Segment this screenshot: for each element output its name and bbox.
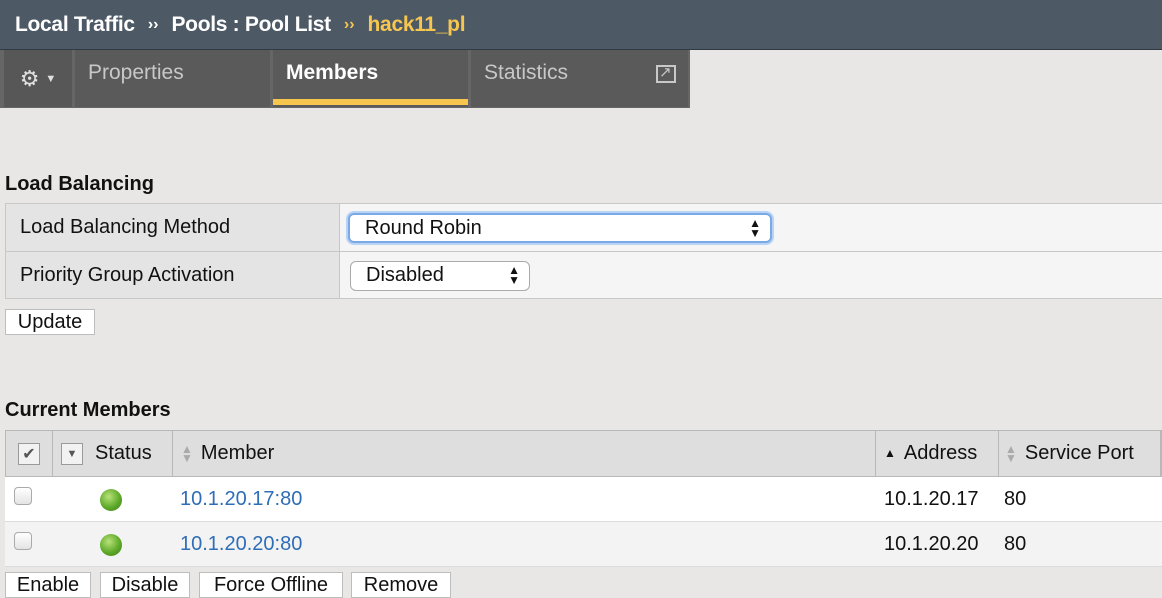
lb-method-label: Load Balancing Method (5, 204, 340, 251)
active-tab-indicator (273, 99, 468, 105)
sort-icon: ▲ ▼ (181, 441, 193, 465)
status-available-icon (100, 489, 122, 511)
member-address: 10.1.20.17 (884, 488, 979, 510)
load-balancing-properties: Load Balancing Method Round Robin ▲ ▼ Pri… (5, 203, 1162, 299)
column-header-service-port[interactable]: ▲ ▼ Service Port (999, 431, 1161, 476)
property-row: Priority Group Activation Disabled ▲ ▼ (5, 251, 1162, 299)
select-all-checkbox[interactable]: ✔ (18, 442, 40, 465)
breadcrumb-local-traffic[interactable]: Local Traffic (15, 13, 135, 37)
enable-button[interactable]: Enable (5, 572, 91, 598)
tab-members[interactable]: Members (273, 50, 468, 107)
row-checkbox[interactable] (14, 487, 32, 505)
section-title-load-balancing: Load Balancing (5, 173, 154, 195)
section-title-current-members: Current Members (5, 399, 171, 421)
priority-group-label: Priority Group Activation (5, 252, 340, 298)
select-arrows-icon: ▲ ▼ (749, 216, 761, 240)
tab-properties[interactable]: Properties (75, 50, 270, 107)
external-link-icon[interactable] (656, 63, 676, 83)
lb-method-select[interactable]: Round Robin ▲ ▼ (348, 213, 772, 243)
chevron-down-icon: ▼ (45, 72, 57, 85)
table-row: 10.1.20.17:80 10.1.20.17 80 (5, 477, 1162, 522)
update-button[interactable]: Update (5, 309, 95, 335)
breadcrumb-current: hack11_pl (367, 12, 466, 36)
force-offline-button[interactable]: Force Offline (199, 572, 343, 598)
sort-icon: ▲ ▼ (1005, 441, 1017, 465)
member-link[interactable]: 10.1.20.17:80 (180, 488, 302, 511)
members-table: ✔ ▼ Status ▲ ▼ Member ▲ Address ▲ ▼ Servic… (5, 430, 1162, 567)
column-header-address[interactable]: ▲ Address (876, 431, 999, 476)
disable-button[interactable]: Disable (100, 572, 190, 598)
status-available-icon (100, 534, 122, 556)
tab-label: Members (286, 61, 379, 84)
breadcrumb: Local Traffic ›› Pools : Pool List ›› ha… (0, 0, 1162, 50)
gear-icon: ⚙ (19, 65, 40, 91)
remove-button[interactable]: Remove (351, 572, 451, 598)
breadcrumb-separator: ›› (147, 15, 159, 33)
table-header: ✔ ▼ Status ▲ ▼ Member ▲ Address ▲ ▼ Servic… (5, 430, 1162, 477)
settings-menu-button[interactable]: ⚙ ▼ (4, 50, 72, 107)
table-row: 10.1.20.20:80 10.1.20.20 80 (5, 522, 1162, 567)
member-port: 80 (1004, 533, 1027, 555)
member-address: 10.1.20.20 (884, 533, 979, 555)
breadcrumb-separator: ›› (343, 15, 355, 33)
select-arrows-icon: ▲ ▼ (508, 263, 520, 287)
priority-group-select[interactable]: Disabled ▲ ▼ (350, 261, 530, 291)
tab-label: Statistics (484, 61, 569, 84)
sort-ascending-icon: ▲ (884, 446, 896, 460)
member-port: 80 (1004, 488, 1027, 510)
breadcrumb-pool-list[interactable]: Pools : Pool List (171, 13, 331, 37)
tab-label: Properties (88, 61, 184, 84)
property-row: Load Balancing Method Round Robin ▲ ▼ (5, 203, 1162, 251)
tab-bar: ⚙ ▼ Properties Members Statistics (0, 50, 690, 108)
member-link[interactable]: 10.1.20.20:80 (180, 533, 302, 556)
column-header-status[interactable]: Status (95, 442, 152, 465)
status-filter-dropdown[interactable]: ▼ (61, 442, 83, 465)
column-header-member[interactable]: ▲ ▼ Member (173, 431, 876, 476)
row-checkbox[interactable] (14, 532, 32, 550)
tab-statistics[interactable]: Statistics (471, 50, 688, 107)
